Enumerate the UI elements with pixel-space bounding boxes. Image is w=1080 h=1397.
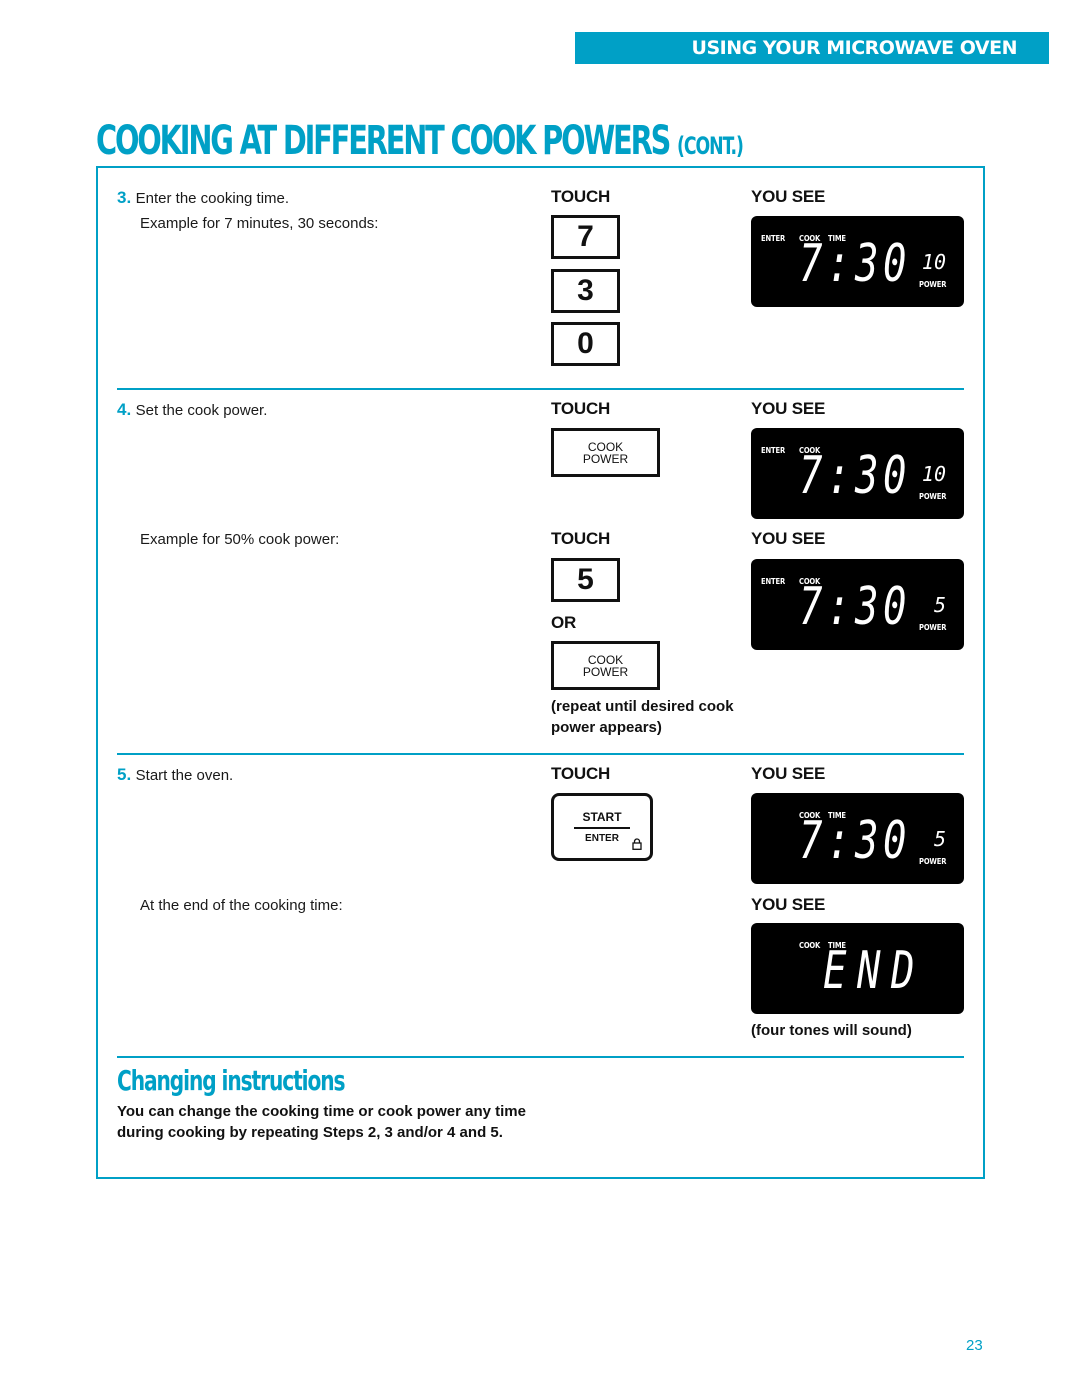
display-time: 7:30 — [799, 234, 911, 294]
key-0-button[interactable]: 0 — [551, 322, 620, 366]
or-label: OR — [551, 613, 577, 632]
oven-display: ENTER COOK 7:30 5 POWER — [751, 559, 964, 650]
cook-power-button[interactable]: COOK POWER — [551, 641, 660, 690]
key-7-button[interactable]: 7 — [551, 215, 620, 259]
four-tones-note: (four tones will sound) — [751, 1022, 912, 1039]
display-power-value: 5 — [933, 593, 946, 617]
end-of-cooking-text: At the end of the cooking time: — [140, 897, 343, 914]
start-enter-button[interactable]: START ENTER — [551, 793, 653, 861]
oven-display: ENTER COOK 7:30 10 POWER — [751, 428, 964, 519]
oven-display: ENTER COOK TIME 7:30 10 POWER — [751, 216, 964, 307]
touch-heading: TOUCH — [551, 529, 611, 548]
divider — [117, 753, 964, 755]
touch-heading: TOUCH — [551, 187, 611, 206]
display-label-enter: ENTER — [761, 577, 786, 586]
display-power-label: POWER — [919, 492, 947, 501]
changing-instructions-heading: Changing instructions — [117, 1064, 346, 1097]
display-end-text: END — [823, 941, 925, 1001]
step-number: 4. — [117, 400, 132, 419]
step-text: Enter the cooking time. — [135, 190, 290, 207]
key-label-line1: COOK — [587, 652, 624, 667]
step-number: 5. — [117, 765, 132, 784]
you-see-heading: YOU SEE — [751, 187, 826, 206]
display-label-cook: COOK — [799, 941, 821, 950]
you-see-heading: YOU SEE — [751, 529, 826, 548]
section-label: USING YOUR MICROWAVE OVEN — [691, 37, 1018, 59]
step-3-example: Example for 7 minutes, 30 seconds: — [140, 215, 379, 232]
you-see-heading: YOU SEE — [751, 399, 826, 418]
key-3-button[interactable]: 3 — [551, 269, 620, 313]
step-4-example: Example for 50% cook power: — [140, 531, 340, 548]
oven-display-end: COOK TIME END — [751, 923, 964, 1014]
key-label-line1: COOK — [587, 439, 624, 454]
page-title-main: COOKING AT DIFFERENT COOK POWERS — [96, 118, 671, 164]
page-title-suffix: (CONT.) — [677, 132, 744, 160]
divider — [117, 1056, 964, 1058]
key-5-button[interactable]: 5 — [551, 558, 620, 602]
you-see-heading: YOU SEE — [751, 895, 826, 914]
cook-power-button[interactable]: COOK POWER — [551, 428, 660, 477]
display-power-label: POWER — [919, 623, 947, 632]
repeat-note: (repeat until desired cook power appears… — [551, 698, 734, 736]
display-power-label: POWER — [919, 280, 947, 289]
display-label-enter: ENTER — [761, 234, 786, 243]
page-title: COOKING AT DIFFERENT COOK POWERS (CONT.) — [96, 118, 744, 164]
display-power-value: 10 — [921, 250, 946, 274]
you-see-heading: YOU SEE — [751, 764, 826, 783]
changing-instructions-text: You can change the cooking time or cook … — [117, 1103, 526, 1141]
key-label-line2: POWER — [582, 451, 629, 466]
display-label-enter: ENTER — [761, 446, 786, 455]
lock-icon — [632, 838, 642, 850]
touch-heading: TOUCH — [551, 399, 611, 418]
step-number: 3. — [117, 188, 132, 207]
step-3: 3. Enter the cooking time. — [117, 188, 289, 208]
display-time: 7:30 — [799, 577, 911, 637]
key-label-line2: POWER — [582, 664, 629, 679]
step-4: 4. Set the cook power. — [117, 400, 267, 420]
oven-display: COOK TIME 7:30 5 POWER — [751, 793, 964, 884]
divider — [117, 388, 964, 390]
display-power-value: 5 — [933, 827, 946, 851]
section-header-bar: USING YOUR MICROWAVE OVEN — [575, 32, 1049, 64]
step-text: Start the oven. — [135, 767, 234, 784]
page-number: 23 — [966, 1337, 983, 1354]
display-power-label: POWER — [919, 857, 947, 866]
step-5: 5. Start the oven. — [117, 765, 233, 785]
touch-heading: TOUCH — [551, 764, 611, 783]
display-time: 7:30 — [799, 811, 911, 871]
step-text: Set the cook power. — [135, 402, 268, 419]
display-power-value: 10 — [921, 462, 946, 486]
key-label-enter: ENTER — [585, 833, 619, 844]
display-time: 7:30 — [799, 446, 911, 506]
key-label-start: START — [574, 810, 630, 829]
